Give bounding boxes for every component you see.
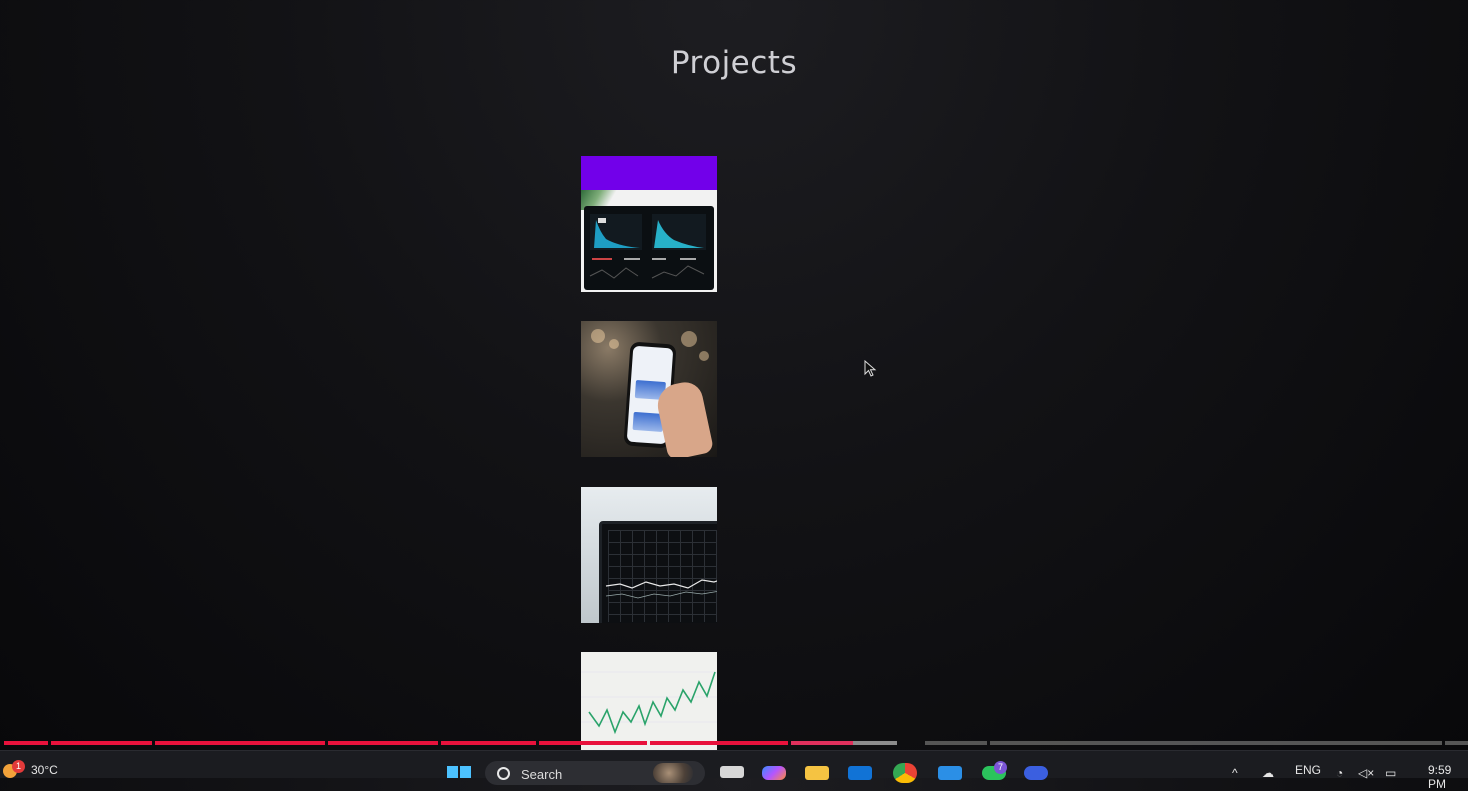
whatsapp-badge: 7 xyxy=(994,761,1007,774)
vscode-icon[interactable] xyxy=(938,766,962,780)
battery-icon[interactable]: ▭ xyxy=(1385,766,1396,780)
chrome-icon[interactable] xyxy=(893,763,917,783)
growth-line xyxy=(588,671,716,735)
clock-time[interactable]: 9:59 PM xyxy=(1428,763,1468,791)
search-label: Search xyxy=(521,767,563,782)
dashboard-monitor xyxy=(584,206,714,290)
taskbar: 1 30°C Search 7 ^ ☁ ENG ◔ ◁× ▭ 9:59 PM xyxy=(0,750,1468,791)
file-explorer-icon[interactable] xyxy=(805,766,829,780)
task-view-icon[interactable] xyxy=(720,766,744,778)
mouse-cursor-icon xyxy=(864,360,877,377)
video-progress-bar[interactable] xyxy=(4,741,1468,745)
search-highlight-image xyxy=(653,763,693,783)
taskbar-search-box[interactable]: Search xyxy=(485,761,705,785)
project-card-growth-chart[interactable] xyxy=(581,652,717,750)
settings-app-icon[interactable] xyxy=(1024,766,1048,780)
outlook-icon[interactable] xyxy=(848,766,872,780)
laptop-screen xyxy=(599,521,717,623)
weather-notification-badge: 1 xyxy=(12,760,25,773)
tray-overflow-chevron-icon[interactable]: ^ xyxy=(1232,766,1238,780)
language-indicator[interactable]: ENG xyxy=(1295,763,1321,777)
copilot-icon[interactable] xyxy=(762,766,786,780)
project-card-laptop-chart[interactable] xyxy=(581,487,717,623)
project-card-analytics-dashboard[interactable] xyxy=(581,156,717,292)
project-card-mobile-app[interactable] xyxy=(581,321,717,457)
wifi-icon[interactable]: ◔ xyxy=(1336,766,1343,780)
search-icon xyxy=(497,767,510,780)
volume-muted-icon[interactable]: ◁× xyxy=(1358,766,1374,780)
onedrive-cloud-icon[interactable]: ☁ xyxy=(1262,766,1274,780)
weather-temperature[interactable]: 30°C xyxy=(31,763,58,777)
page-title: Projects xyxy=(670,45,798,81)
start-menu-icon[interactable] xyxy=(447,766,471,778)
card-header-strip xyxy=(581,156,717,190)
